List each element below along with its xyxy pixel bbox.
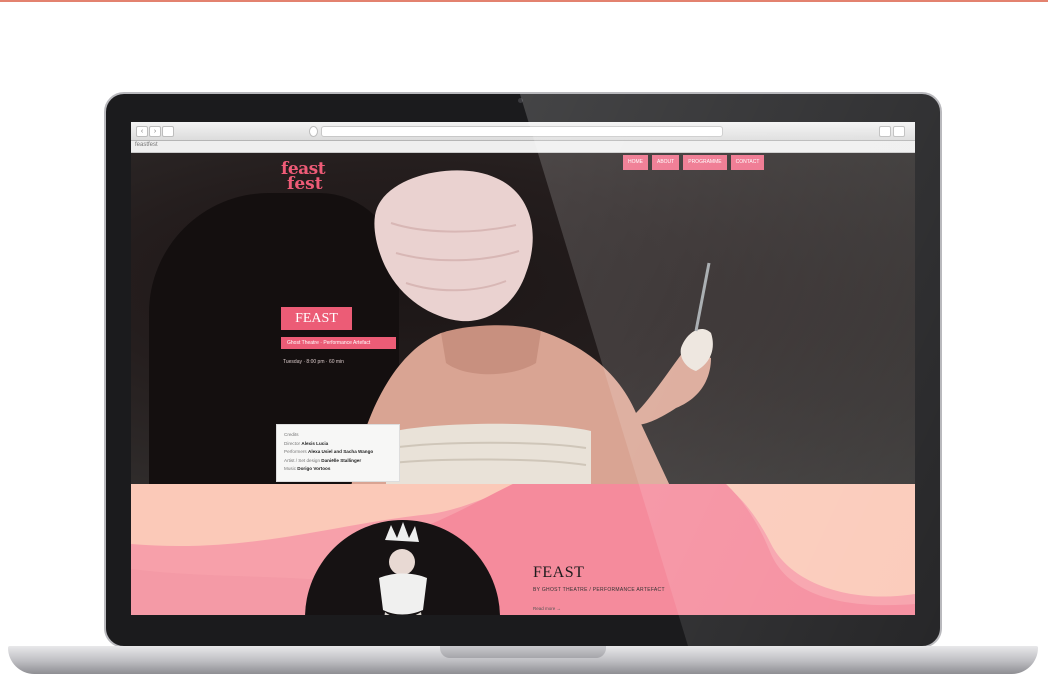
camera-icon — [518, 98, 523, 103]
chevron-right-icon[interactable]: › — [149, 126, 161, 137]
credit-line: Performers Alexa Usiel and Sacha Wango — [284, 449, 374, 454]
site-nav: HOME ABOUT PROGRAMME CONTACT — [623, 155, 765, 170]
credit-line: Artist / Set design Daniëlle Stallinger — [284, 457, 362, 463]
hero-title: FEAST — [281, 307, 352, 330]
browser-bookmarks-bar: feastfest — [131, 141, 915, 153]
sidebar-icon[interactable] — [162, 126, 174, 137]
credit-line: Music Dorigo Vortoos — [284, 466, 331, 471]
share-icon[interactable] — [879, 126, 891, 137]
nav-contact[interactable]: CONTACT — [730, 155, 765, 170]
laptop-screen: ‹ › feastfest feast fest HOME ABOUT PROG… — [131, 122, 915, 615]
pink-wave-shapes — [131, 484, 915, 615]
nav-programme[interactable]: PROGRAMME — [683, 155, 727, 170]
hero-meta: Tuesday · 8:00 pm · 60 min — [283, 359, 344, 365]
feature-title: FEAST — [533, 564, 585, 581]
credits-heading: Credits — [284, 432, 299, 437]
feature-read-more[interactable]: Read more → — [533, 606, 561, 611]
chevron-left-icon[interactable]: ‹ — [136, 126, 148, 137]
browser-toolbar: ‹ › — [131, 122, 915, 141]
nav-about[interactable]: ABOUT — [652, 155, 680, 170]
feature-section — [131, 484, 915, 615]
tabs-icon[interactable] — [893, 126, 905, 137]
hero-subtitle: Ghost Theatre · Performance Artefact — [281, 337, 396, 349]
top-accent-rule — [0, 0, 1048, 2]
site-logo[interactable]: feast fest — [281, 161, 341, 194]
credit-line: Director Alexis Lucia — [284, 440, 329, 446]
address-bar[interactable] — [321, 126, 723, 137]
shield-icon — [309, 126, 318, 137]
nav-home[interactable]: HOME — [623, 155, 648, 170]
feature-subtitle: BY GHOST THEATRE / PERFORMANCE ARTEFACT — [533, 587, 665, 593]
laptop-opening-notch — [440, 646, 606, 658]
logo-line-2: fest — [287, 174, 323, 194]
hero-section: feast fest HOME ABOUT PROGRAMME CONTACT … — [131, 153, 915, 484]
bookmarks-label: feastfest — [135, 142, 158, 148]
credits-card: Credits Director Alexis Lucia Performers… — [276, 424, 400, 482]
